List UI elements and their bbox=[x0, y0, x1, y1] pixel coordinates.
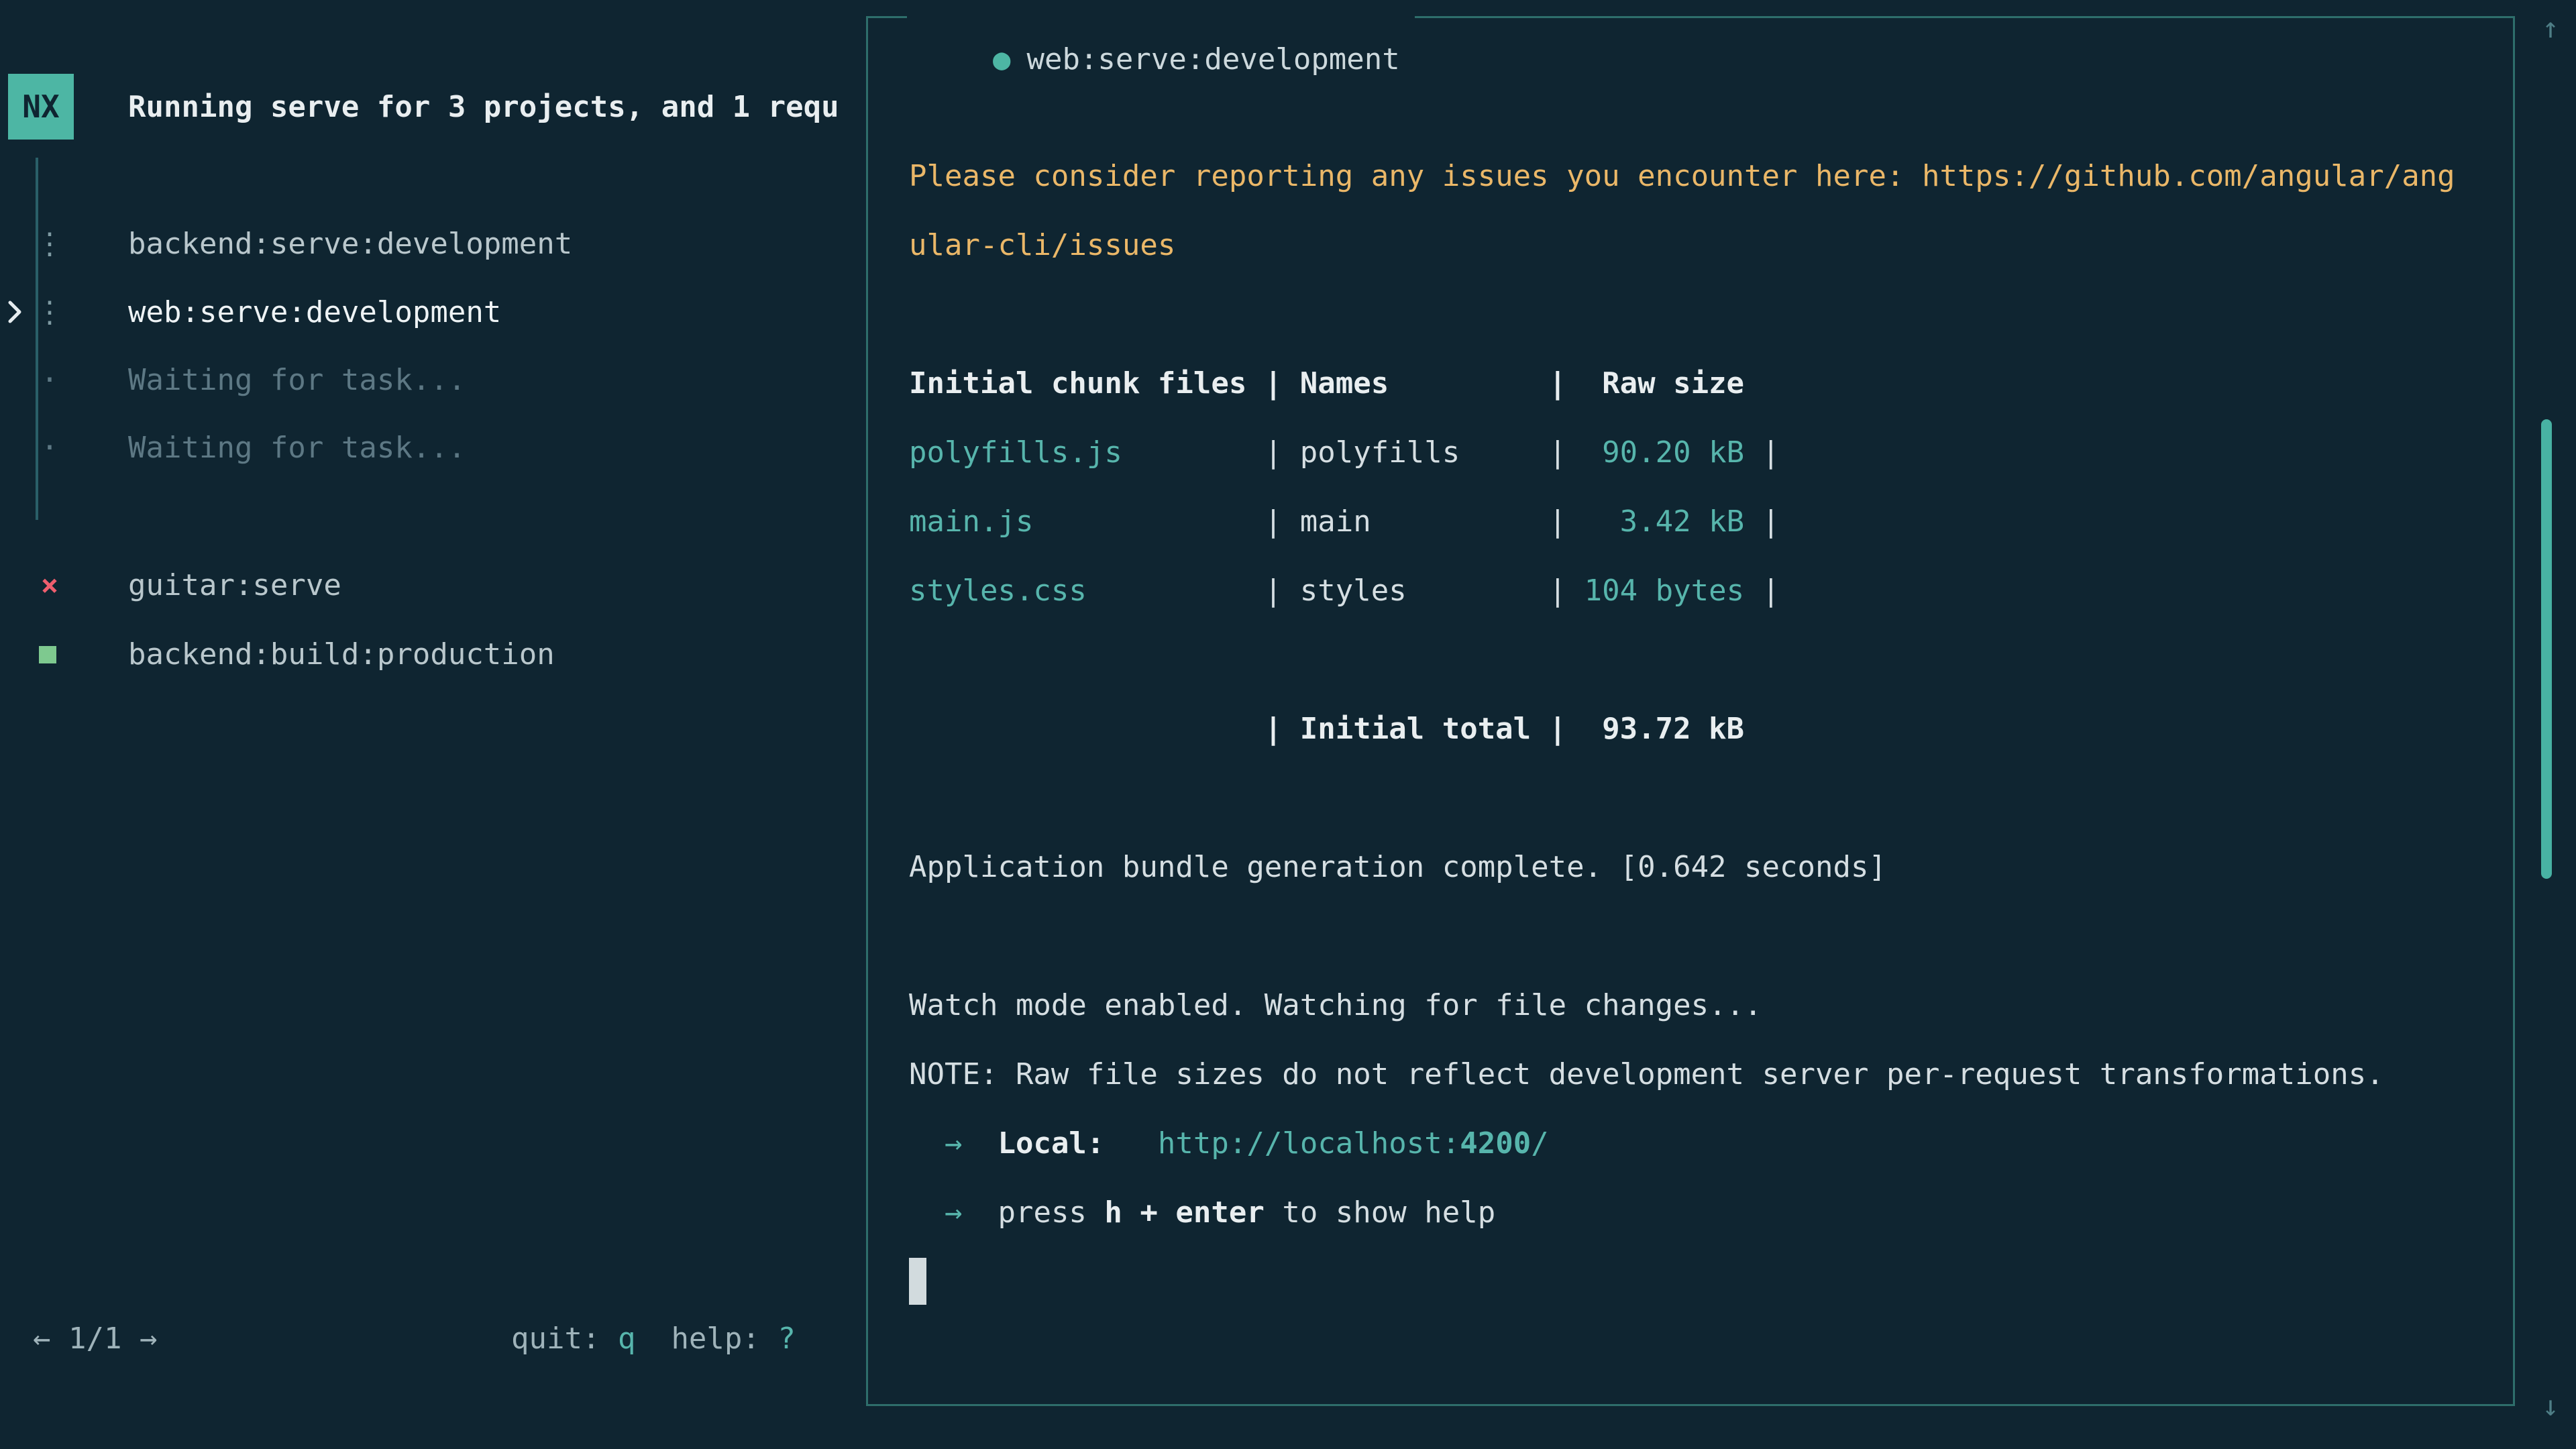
task-row-guitar-serve[interactable]: × guitar:serve bbox=[0, 551, 859, 620]
next-page-arrow-icon[interactable]: → bbox=[140, 1322, 158, 1356]
page-indicator bbox=[121, 1322, 140, 1356]
notice-line-2: ular-cli/issues bbox=[909, 211, 1175, 280]
help-hint-label: help: bbox=[671, 1322, 777, 1356]
notice-text: Please consider reporting any issues you… bbox=[909, 159, 1922, 193]
footer-hints: quit: q help: ? bbox=[511, 1304, 796, 1373]
issues-url[interactable]: https://github.com/angular/ang bbox=[1922, 159, 2455, 193]
local-label: Local: bbox=[998, 1126, 1104, 1161]
panel-title-text: web:serve:development bbox=[1026, 42, 1399, 76]
task-label: backend:build:production bbox=[128, 620, 555, 689]
arrow-icon: → bbox=[945, 1126, 963, 1161]
task-label: web:serve:development bbox=[128, 278, 501, 347]
note-line: NOTE: Raw file sizes do not reflect deve… bbox=[909, 1040, 2384, 1109]
pagination: ← 1/1 → bbox=[33, 1304, 157, 1373]
gap bbox=[962, 1126, 998, 1161]
cursor-line bbox=[909, 1247, 926, 1316]
help-text: to show help bbox=[1265, 1195, 1495, 1230]
help-keys: h + enter bbox=[1104, 1195, 1264, 1230]
task-label: guitar:serve bbox=[128, 551, 341, 620]
chunk-name: main bbox=[1300, 504, 1371, 539]
help-text: press bbox=[998, 1195, 1104, 1230]
notice-line-1: Please consider reporting any issues you… bbox=[909, 142, 2455, 211]
table-row-styles: styles.css | styles | 104 bytes | bbox=[909, 556, 1780, 625]
table-separator: | bbox=[1087, 574, 1300, 608]
selected-task-chevron-icon bbox=[5, 297, 24, 327]
watch-mode-line: Watch mode enabled. Watching for file ch… bbox=[909, 971, 1762, 1040]
gap bbox=[962, 1195, 998, 1230]
table-separator: | bbox=[1122, 435, 1300, 470]
prev-page-arrow-icon[interactable]: ← bbox=[33, 1322, 51, 1356]
task-row-web-serve[interactable]: ⋮ web:serve:development bbox=[0, 278, 859, 347]
table-separator: | bbox=[1407, 574, 1585, 608]
url-suffix: / bbox=[1531, 1126, 1549, 1161]
table-separator: | bbox=[1744, 435, 1780, 470]
table-total-row: | Initial total | 93.72 kB bbox=[909, 694, 1744, 763]
url-port: 4200 bbox=[1460, 1126, 1531, 1161]
output-panel: ● web:serve:development Please consider r… bbox=[866, 16, 2515, 1406]
chunk-file-name: main.js bbox=[909, 504, 1033, 539]
task-label: backend:serve:development bbox=[128, 209, 572, 278]
table-separator: | bbox=[1371, 504, 1620, 539]
error-cross-icon: × bbox=[32, 551, 67, 620]
task-row-waiting-2[interactable]: · Waiting for task... bbox=[0, 413, 859, 482]
success-square-icon bbox=[39, 646, 56, 663]
chunk-size: 90.20 kB bbox=[1602, 435, 1744, 470]
nx-logo: NX bbox=[8, 74, 74, 140]
scrollbar-thumb[interactable] bbox=[2541, 419, 2552, 879]
issues-url-continued[interactable]: ular-cli/issues bbox=[909, 228, 1175, 262]
scroll-down-arrow-icon[interactable]: ↓ bbox=[2534, 1390, 2567, 1422]
gap bbox=[1104, 1126, 1157, 1161]
task-row-waiting-1[interactable]: · Waiting for task... bbox=[0, 345, 859, 415]
table-separator: | bbox=[1744, 574, 1780, 608]
task-row-backend-build[interactable]: backend:build:production bbox=[0, 620, 859, 689]
waiting-dot-icon: · bbox=[32, 413, 67, 482]
sidebar: NX Running serve for 3 projects, and 1 r… bbox=[0, 0, 866, 1449]
indent bbox=[909, 1126, 945, 1161]
page-label: 1/1 bbox=[68, 1322, 121, 1356]
panel-title: ●web:serve:development bbox=[907, 0, 1415, 39]
indent bbox=[909, 1195, 945, 1230]
table-separator: | bbox=[1033, 504, 1299, 539]
quit-key: q bbox=[618, 1322, 636, 1356]
table-row-polyfills: polyfills.js | polyfills | 90.20 kB | bbox=[909, 418, 1780, 487]
table-separator: | bbox=[1744, 504, 1780, 539]
chunk-size: 3.42 kB bbox=[1620, 504, 1744, 539]
table-header-row: Initial chunk files | Names | Raw size bbox=[909, 349, 1744, 418]
arrow-icon: → bbox=[945, 1195, 963, 1230]
chunk-name: polyfills bbox=[1300, 435, 1460, 470]
spinner-icon: ⋮ bbox=[32, 209, 67, 278]
table-separator: | bbox=[1460, 435, 1602, 470]
chunk-file-name: polyfills.js bbox=[909, 435, 1122, 470]
local-server-line: → Local: http://localhost:4200/ bbox=[909, 1109, 1549, 1178]
task-row-backend-serve[interactable]: ⋮ backend:serve:development bbox=[0, 209, 859, 278]
bundle-complete-line: Application bundle generation complete. … bbox=[909, 833, 1886, 902]
localhost-url[interactable]: http://localhost:4200/ bbox=[1158, 1126, 1549, 1161]
help-key: ? bbox=[777, 1322, 796, 1356]
terminal-cursor bbox=[909, 1258, 926, 1305]
chunk-name: styles bbox=[1300, 574, 1407, 608]
status-dot-icon: ● bbox=[993, 42, 1011, 76]
url-prefix: http://localhost: bbox=[1158, 1126, 1460, 1161]
help-hint-line: → press h + enter to show help bbox=[909, 1178, 1495, 1247]
chunk-size: 104 bytes bbox=[1585, 574, 1744, 608]
task-label: Waiting for task... bbox=[128, 345, 466, 415]
nx-tui-screen: { "colors": { "background": "#0f2531", "… bbox=[0, 0, 2576, 1449]
task-label: Waiting for task... bbox=[128, 413, 466, 482]
sidebar-title: Running serve for 3 projects, and 1 requ bbox=[128, 72, 839, 142]
spinner-icon: ⋮ bbox=[32, 278, 67, 347]
quit-hint-label: quit: bbox=[511, 1322, 618, 1356]
waiting-dot-icon: · bbox=[32, 345, 67, 415]
table-row-main: main.js | main | 3.42 kB | bbox=[909, 487, 1780, 556]
scroll-up-arrow-icon[interactable]: ↑ bbox=[2534, 12, 2567, 44]
page-indicator bbox=[51, 1322, 69, 1356]
hint-separator bbox=[635, 1322, 671, 1356]
chunk-file-name: styles.css bbox=[909, 574, 1087, 608]
